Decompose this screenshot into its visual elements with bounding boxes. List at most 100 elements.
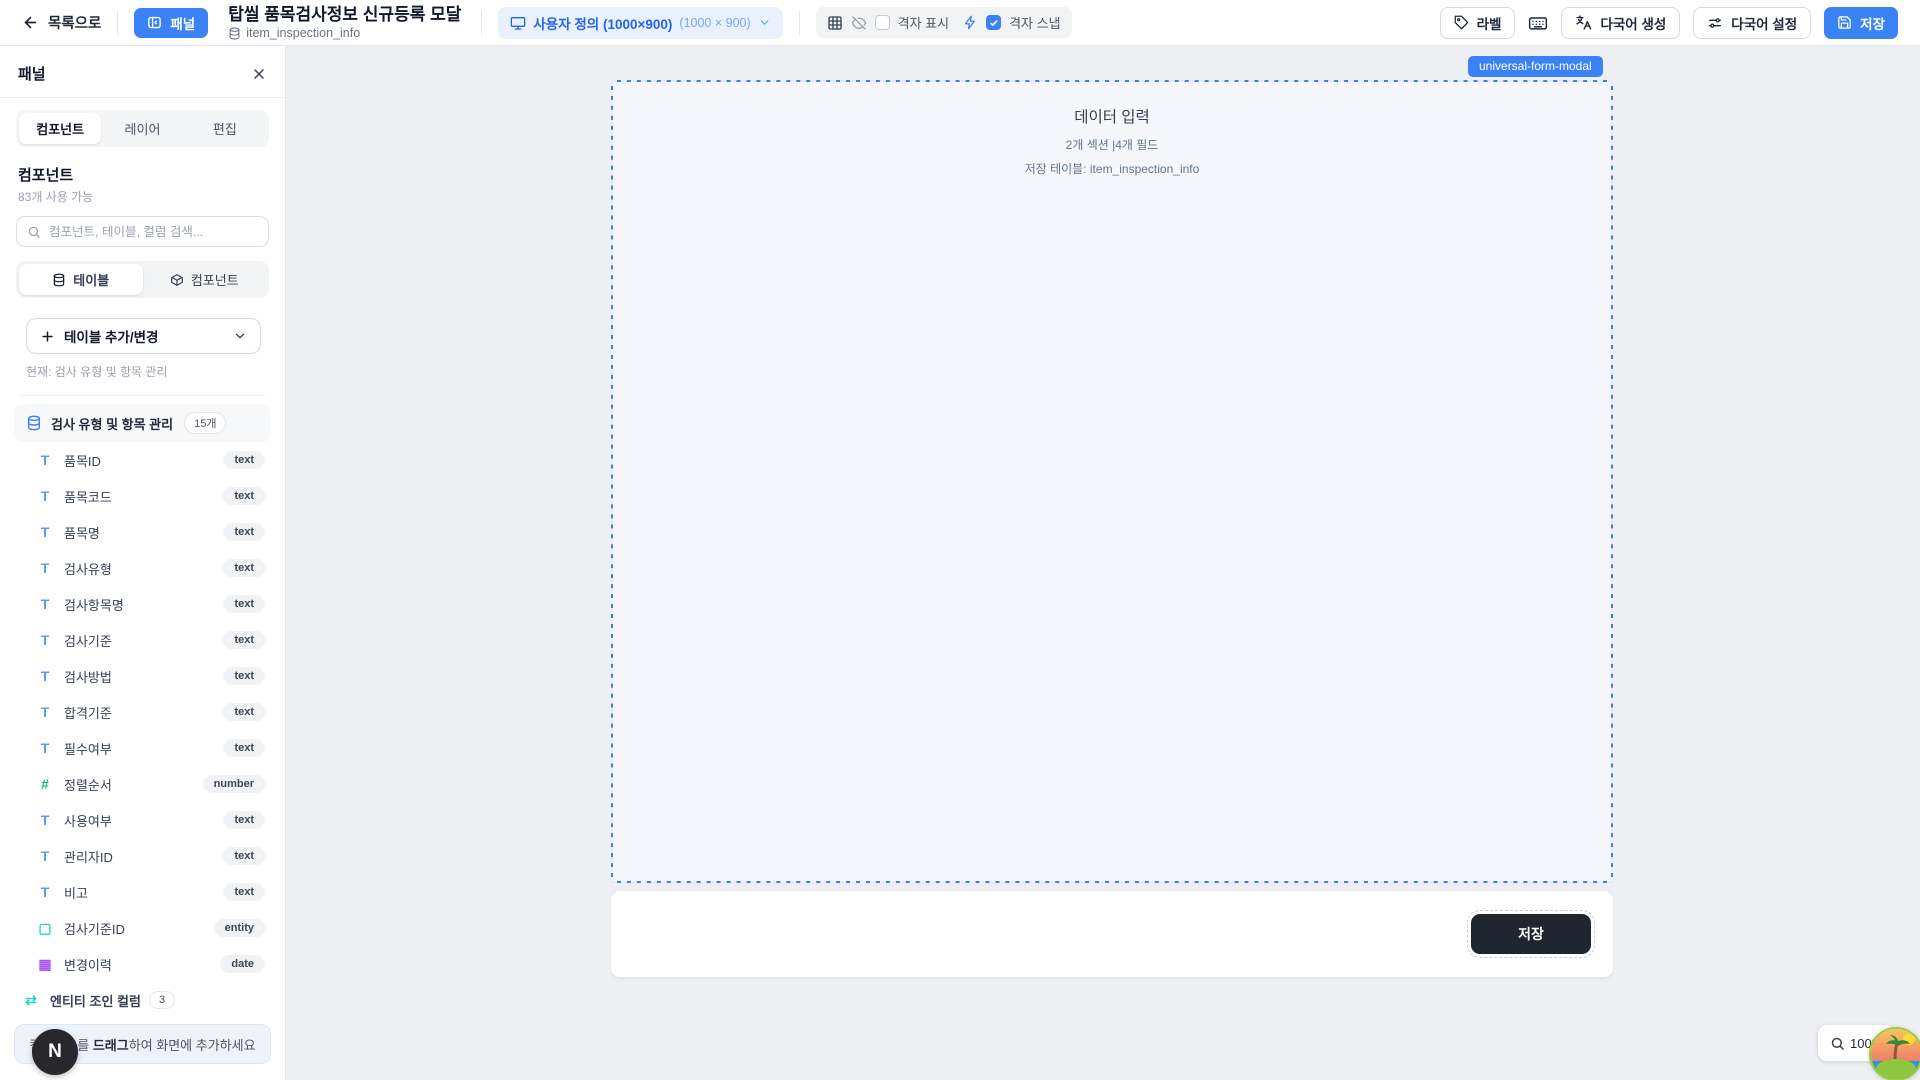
field-name: 검사유형 [64,559,112,578]
field-type-icon: T [36,596,54,612]
field-row[interactable]: ▢ 검사기준ID entity [14,910,271,946]
field-list: 검사 유형 및 항목 관리 15개 T 품목ID text T 품목코드 tex… [14,404,271,1080]
toolbar-divider [799,11,800,35]
field-type-badge: text [223,451,265,469]
database-icon [26,415,42,431]
add-table-label: 테이블 추가/변경 [64,326,158,346]
toggle-tables-label: 테이블 [73,270,109,289]
keyboard-icon [1528,13,1548,33]
keyboard-shortcuts-button[interactable] [1528,13,1548,33]
entity-join-label: 엔티티 조인 컬럼 [50,991,141,1010]
field-type-icon: T [36,524,54,540]
field-row[interactable]: T 비고 text [14,874,271,910]
plus-icon [40,329,55,344]
grid-snap-label: 격자 스냅 [1009,13,1060,32]
package-icon [170,273,184,287]
field-type-icon: T [36,704,54,720]
field-type-badge: text [223,487,265,505]
field-name: 비고 [64,883,88,902]
viewport-size: (1000 × 900) [679,16,750,30]
label-button[interactable]: 라벨 [1440,7,1516,39]
field-type-badge: text [223,703,265,721]
add-change-table-button[interactable]: 테이블 추가/변경 [26,318,261,354]
panel-toggle-button[interactable]: 패널 [134,8,208,38]
field-row[interactable]: T 사용여부 text [14,802,271,838]
lightning-icon [963,15,978,30]
field-type-icon: T [36,560,54,576]
tab-layers[interactable]: 레이어 [101,113,183,144]
i18n-settings-button[interactable]: 다국어 설정 [1693,7,1811,39]
magnifier-icon [1830,1036,1845,1051]
tab-edit[interactable]: 편집 [184,113,266,144]
divider [0,97,285,98]
table-group-name: 검사 유형 및 항목 관리 [51,414,173,433]
grid-options-group: 격자 표시 격자 스냅 [816,7,1072,38]
save-floppy-icon [1837,15,1852,30]
database-icon [228,27,241,40]
field-row[interactable]: T 검사항목명 text [14,586,271,622]
field-row[interactable]: T 검사기준 text [14,622,271,658]
field-name: 품목ID [64,451,101,470]
modal-save-button[interactable]: 저장 [1471,914,1591,954]
field-row[interactable]: # 정렬순서 number [14,766,271,802]
viewport-size-dropdown[interactable]: 사용자 정의 (1000×900) (1000 × 900) [498,7,782,39]
label-button-text: 라벨 [1477,13,1502,33]
field-name: 관리자ID [64,847,113,866]
field-row[interactable]: T 필수여부 text [14,730,271,766]
i18n-generate-button[interactable]: 다국어 생성 [1561,7,1680,39]
grid-show-label: 격자 표시 [898,13,949,32]
field-type-icon: # [36,776,54,792]
join-icon: ⇄ [22,992,40,1009]
tab-components[interactable]: 컴포넌트 [19,113,101,144]
grid-show-checkbox[interactable] [875,15,890,30]
field-type-icon: T [36,452,54,468]
i18n-settings-text: 다국어 설정 [1731,13,1797,33]
field-row[interactable]: T 합격기준 text [14,694,271,730]
save-button-text: 저장 [1860,13,1885,33]
selected-component-tag: universal-form-modal [1468,56,1603,77]
universal-form-modal-component[interactable]: 데이터 입력 2개 섹션 |4개 필드 저장 테이블: item_inspect… [611,80,1613,883]
field-name: 검사항목명 [64,595,124,614]
grid-snap-checkbox[interactable] [986,15,1001,30]
field-type-badge: text [223,559,265,577]
field-row[interactable]: T 관리자ID text [14,838,271,874]
field-type-icon: T [36,812,54,828]
close-icon[interactable] [251,66,267,82]
grid-icon [827,15,843,31]
field-row[interactable]: ▦ 변경이력 date [14,946,271,982]
tag-icon [1454,15,1469,30]
current-table-label: 현재: 검사 유형 및 항목 관리 [26,363,259,380]
search-input[interactable] [49,225,258,239]
table-group-header[interactable]: 검사 유형 및 항목 관리 15개 [14,404,271,442]
bound-table-name: item_inspection_info [246,26,360,40]
save-button[interactable]: 저장 [1824,7,1898,39]
modal-footer-bar: 저장 [611,891,1613,977]
field-row[interactable]: T 품목명 text [14,514,271,550]
source-toggle: 테이블 컴포넌트 [16,261,269,298]
field-row[interactable]: T 검사방법 text [14,658,271,694]
field-type-icon: ▢ [36,920,54,937]
field-row[interactable]: T 품목코드 text [14,478,271,514]
toggle-tables[interactable]: 테이블 [19,264,143,295]
monitor-icon [510,15,526,31]
translate-icon [1575,14,1592,31]
entity-join-group-row[interactable]: ⇄ 엔티티 조인 컬럼 3 [14,982,271,1018]
field-name: 합격기준 [64,703,112,722]
user-cursor-avatar: N [32,1029,78,1075]
eye-off-icon [851,15,867,31]
panel-title: 패널 [18,63,46,84]
back-to-list-button[interactable]: 목록으로 [22,12,101,33]
hint-bold: 드래그 [93,1038,129,1053]
field-name: 검사기준 [64,631,112,650]
toolbar-right-group: 라벨 다국어 생성 다국어 설정 [1440,7,1898,39]
divider [20,395,265,396]
table-group-count-badge: 15개 [184,412,226,434]
toolbar-divider [481,11,482,35]
arrow-left-icon [22,14,39,31]
search-icon [27,225,41,239]
toggle-components[interactable]: 컴포넌트 [143,264,267,295]
field-row[interactable]: T 검사유형 text [14,550,271,586]
modal-subtitle: 2개 섹션 |4개 필드 [613,136,1611,153]
island-emoji-avatar [1869,1027,1920,1080]
field-row[interactable]: T 품목ID text [14,442,271,478]
